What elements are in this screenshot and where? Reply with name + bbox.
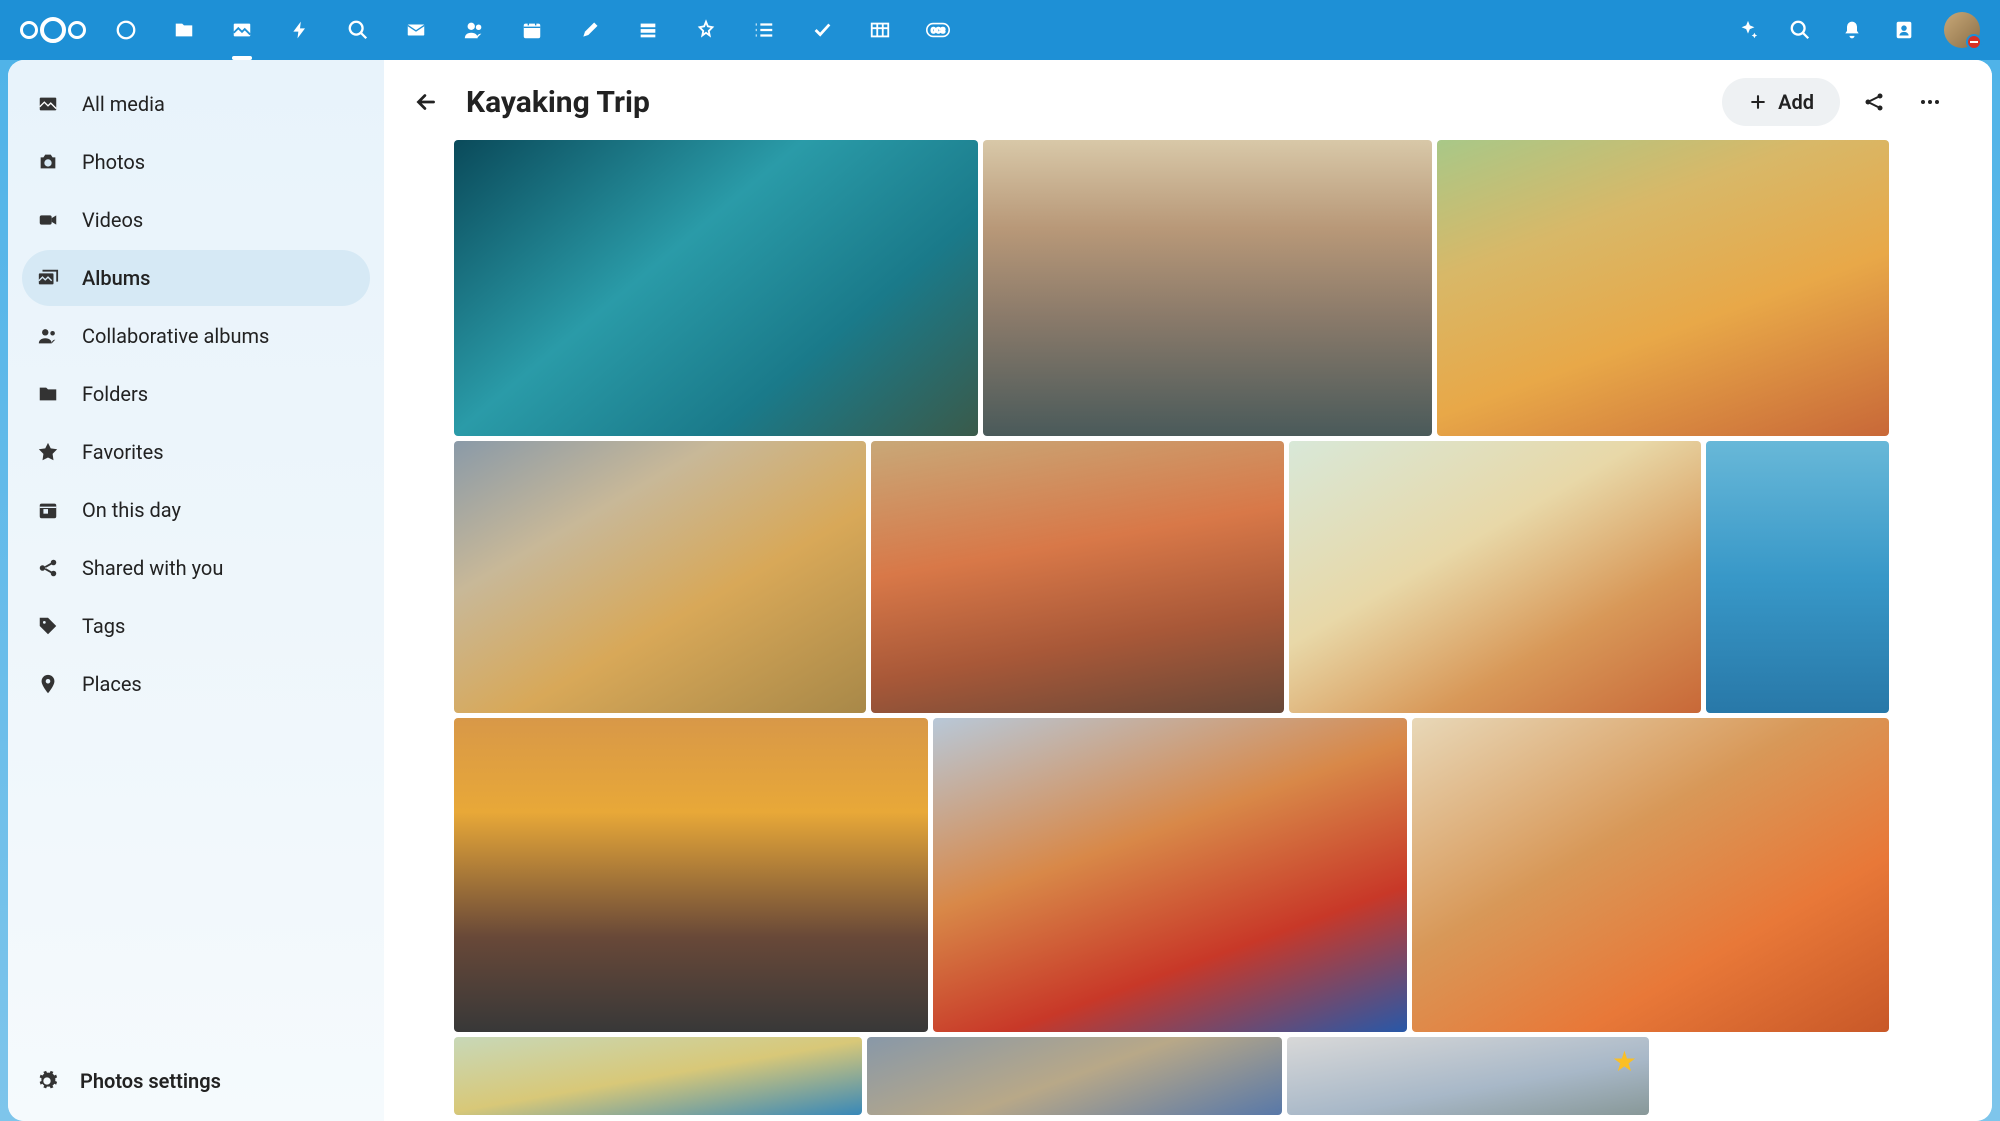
sidebar-item-shared[interactable]: Shared with you [22,540,370,596]
today-icon [36,498,60,522]
sidebar-item-folders[interactable]: Folders [22,366,370,422]
tables-icon[interactable] [868,18,892,42]
notes-icon[interactable] [578,18,602,42]
header-actions: Add [1722,78,1952,126]
photo-thumbnail[interactable] [454,718,928,1032]
search-icon[interactable] [1788,18,1812,42]
sidebar-item-label: Tags [82,614,125,638]
share-button[interactable] [1852,80,1896,124]
sidebar-item-collaborative[interactable]: Collaborative albums [22,308,370,364]
sidebar-item-label: Shared with you [82,556,223,580]
photo-gallery: ★ [384,140,1992,1121]
sidebar-item-videos[interactable]: Videos [22,192,370,248]
tag-icon [36,614,60,638]
main-wrapper: All media Photos Videos Albums [8,60,1992,1121]
photo-thumbnail[interactable] [1706,441,1889,713]
sidebar-item-label: All media [82,92,165,116]
place-icon [36,672,60,696]
sidebar-item-photos[interactable]: Photos [22,134,370,190]
add-button[interactable]: Add [1722,78,1840,126]
sidebar-list: All media Photos Videos Albums [22,70,370,1051]
recognize-icon[interactable] [694,18,718,42]
user-avatar[interactable] [1944,12,1980,48]
calendar-icon[interactable] [520,18,544,42]
sidebar-item-label: Favorites [82,440,164,464]
star-icon [36,440,60,464]
sidebar-item-label: Videos [82,208,143,232]
contacts-app-icon[interactable] [462,18,486,42]
sidebar-settings[interactable]: Photos settings [22,1051,370,1111]
photo-thumbnail[interactable] [1437,140,1889,436]
photos-icon[interactable] [230,18,254,42]
photo-thumbnail[interactable] [1289,441,1701,713]
page-title: Kayaking Trip [466,85,1704,120]
more-horizontal-icon [1918,90,1942,114]
assistant-icon[interactable] [1736,18,1760,42]
photo-thumbnail[interactable]: ★ [1287,1037,1649,1115]
sidebar-item-label: Folders [82,382,148,406]
sidebar-settings-label: Photos settings [80,1069,221,1093]
sidebar-item-all-media[interactable]: All media [22,76,370,132]
share-icon [1862,90,1886,114]
photo-thumbnail[interactable] [983,140,1432,436]
tasks-icon[interactable] [810,18,834,42]
camera-icon [36,150,60,174]
sidebar: All media Photos Videos Albums [8,60,384,1121]
sidebar-item-label: Places [82,672,142,696]
content: Kayaking Trip Add [384,60,1992,1121]
search-app-icon[interactable] [346,18,370,42]
back-button[interactable] [404,80,448,124]
share-icon [36,556,60,580]
app-logo[interactable] [20,17,86,43]
ocs-icon[interactable]: OCS [926,18,950,42]
deck-icon[interactable] [636,18,660,42]
sidebar-item-places[interactable]: Places [22,656,370,712]
photo-thumbnail[interactable] [1412,718,1889,1032]
svg-text:OCS: OCS [931,26,946,35]
app-menu: OCS [114,18,1708,42]
sidebar-item-on-this-day[interactable]: On this day [22,482,370,538]
folder-icon [36,382,60,406]
dashboard-icon[interactable] [114,18,138,42]
photo-thumbnail[interactable] [867,1037,1282,1115]
top-right-menu [1736,12,1980,48]
gear-icon [36,1070,58,1092]
favorite-star-icon: ★ [1612,1045,1637,1078]
mail-icon[interactable] [404,18,428,42]
photo-thumbnail[interactable] [871,441,1284,713]
image-icon [36,92,60,116]
group-icon [36,324,60,348]
plus-icon [1748,92,1768,112]
photo-thumbnail[interactable] [454,1037,862,1115]
contacts-icon[interactable] [1892,18,1916,42]
more-button[interactable] [1908,80,1952,124]
photo-thumbnail[interactable] [454,140,978,436]
photo-thumbnail[interactable] [933,718,1407,1032]
sidebar-item-label: Photos [82,150,145,174]
files-icon[interactable] [172,18,196,42]
add-button-label: Add [1778,90,1814,114]
top-bar: OCS [0,0,2000,60]
list-icon[interactable] [752,18,776,42]
sidebar-item-label: Albums [82,266,150,290]
video-icon [36,208,60,232]
sidebar-item-label: On this day [82,498,181,522]
status-badge-dnd [1966,34,1982,50]
album-icon [36,266,60,290]
sidebar-item-albums[interactable]: Albums [22,250,370,306]
content-header: Kayaking Trip Add [384,60,1992,140]
sidebar-item-favorites[interactable]: Favorites [22,424,370,480]
notifications-icon[interactable] [1840,18,1864,42]
sidebar-item-tags[interactable]: Tags [22,598,370,654]
photo-thumbnail[interactable] [454,441,866,713]
sidebar-item-label: Collaborative albums [82,324,269,348]
activity-icon[interactable] [288,18,312,42]
